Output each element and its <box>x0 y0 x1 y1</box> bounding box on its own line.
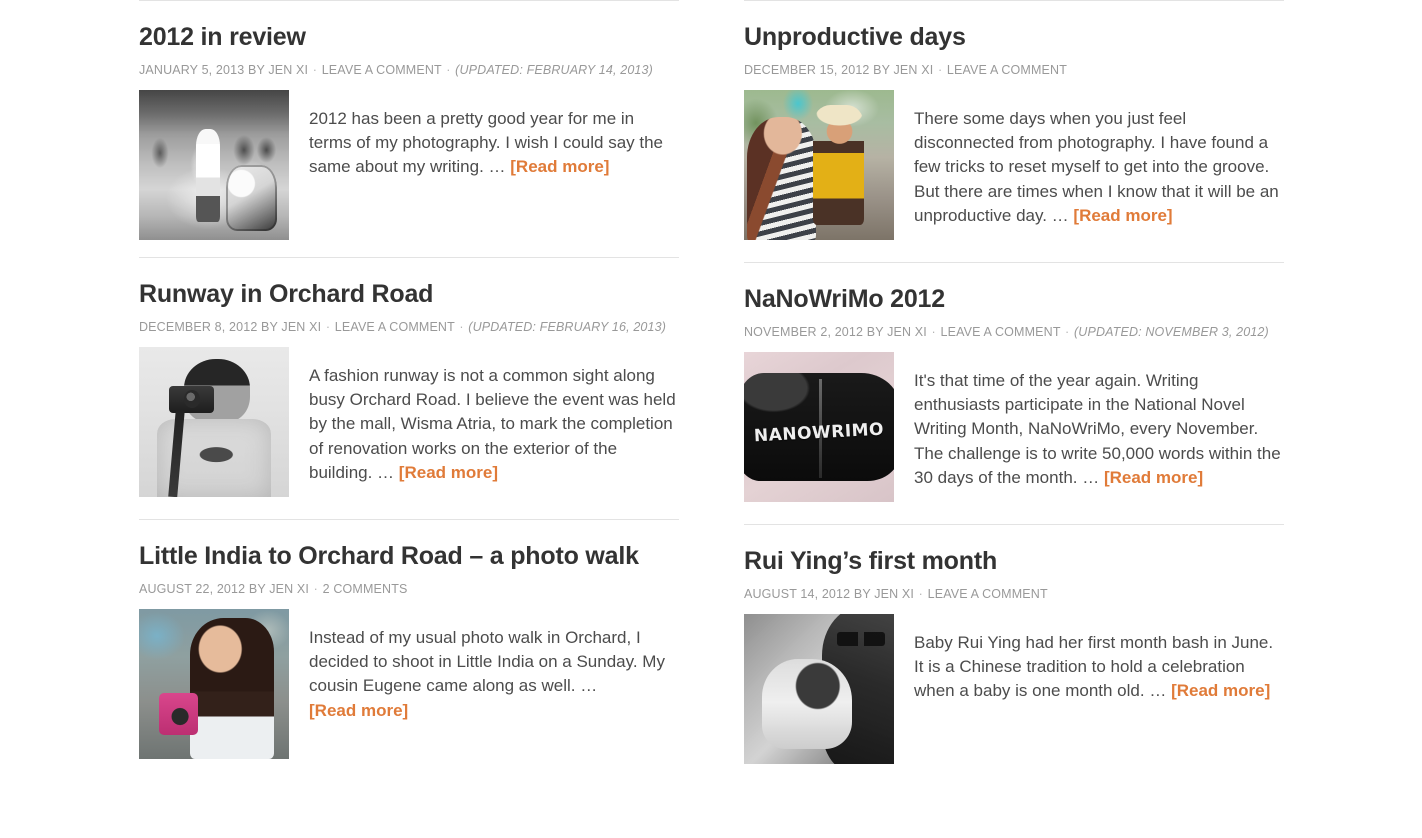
post-updated: (UPDATED: FEBRUARY 14, 2013) <box>455 63 653 77</box>
post-title-link[interactable]: 2012 in review <box>139 22 679 52</box>
post-body: There some days when you just feel disco… <box>744 90 1284 245</box>
post-excerpt: Baby Rui Ying had her first month bash i… <box>914 631 1284 704</box>
blog-archive-page: 2012 in review JANUARY 5, 2013 BY JEN XI… <box>0 0 1422 838</box>
post-thumbnail[interactable] <box>139 90 289 240</box>
posts-column-left: 2012 in review JANUARY 5, 2013 BY JEN XI… <box>139 0 679 781</box>
thumbnail-image <box>744 614 894 765</box>
meta-separator: · <box>918 587 923 602</box>
post-body: 2012 has been a pretty good year for me … <box>139 90 679 240</box>
posts-grid: 2012 in review JANUARY 5, 2013 BY JEN XI… <box>139 0 1284 781</box>
post-updated: (UPDATED: NOVEMBER 3, 2012) <box>1073 325 1269 340</box>
post-date: AUGUST 14, 2012 <box>744 587 851 602</box>
camera-strap-icon <box>168 409 185 497</box>
meta-separator: · <box>459 320 464 334</box>
thumbnail-image <box>139 609 289 760</box>
post-comments-link[interactable]: LEAVE A COMMENT <box>941 325 1061 339</box>
thumbnail-image <box>744 90 894 240</box>
post-entry: NaNoWriMo 2012 NOVEMBER 2, 2012 BY JEN X… <box>744 262 1284 524</box>
thumbnail-image <box>139 347 289 497</box>
post-meta: DECEMBER 8, 2012 BY JEN XI · LEAVE A COM… <box>139 319 679 335</box>
post-date: DECEMBER 8, 2012 <box>139 320 258 334</box>
post-entry: Runway in Orchard Road DECEMBER 8, 2012 … <box>139 257 679 519</box>
post-comments-link[interactable]: LEAVE A COMMENT <box>947 63 1067 77</box>
post-thumbnail[interactable]: NANOWRIMO <box>744 352 894 503</box>
meta-separator: · <box>1065 325 1070 340</box>
post-title-link[interactable]: Runway in Orchard Road <box>139 279 679 309</box>
post-thumbnail[interactable] <box>744 614 894 765</box>
meta-separator: · <box>931 325 936 340</box>
post-meta: DECEMBER 15, 2012 BY JEN XI · LEAVE A CO… <box>744 62 1284 78</box>
post-body: Instead of my usual photo walk in Orchar… <box>139 609 679 760</box>
post-meta: AUGUST 22, 2012 BY JEN XI · 2 COMMENTS <box>139 581 679 597</box>
post-title-link[interactable]: Unproductive days <box>744 22 1284 52</box>
post-thumbnail[interactable] <box>139 347 289 497</box>
read-more-link[interactable]: [Read more] <box>309 701 408 720</box>
meta-separator: · <box>312 63 318 77</box>
hoodie-print-text: NANOWRIMO <box>753 419 885 446</box>
post-date: AUGUST 22, 2012 <box>139 582 246 597</box>
post-comments-link[interactable]: 2 COMMENTS <box>323 582 408 596</box>
post-excerpt-text: 2012 has been a pretty good year for me … <box>309 109 664 177</box>
post-date: NOVEMBER 2, 2012 <box>744 325 864 340</box>
post-excerpt-text: It's that time of the year again. Writin… <box>914 371 1281 487</box>
post-body: A fashion runway is not a common sight a… <box>139 347 679 502</box>
post-excerpt-text: Instead of my usual photo walk in Orchar… <box>309 628 665 696</box>
post-author: BY JEN XI <box>247 63 309 77</box>
thumbnail-image: NANOWRIMO <box>744 352 894 503</box>
post-author: BY JEN XI <box>248 582 310 597</box>
meta-separator: · <box>937 63 943 77</box>
content-wrapper: 2012 in review JANUARY 5, 2013 BY JEN XI… <box>139 0 1284 781</box>
meta-separator: · <box>446 63 451 77</box>
post-author: BY JEN XI <box>873 63 934 77</box>
post-title-link[interactable]: Little India to Orchard Road – a photo w… <box>139 541 679 571</box>
post-thumbnail[interactable] <box>744 90 894 240</box>
thumbnail-image <box>139 90 289 240</box>
post-title-link[interactable]: NaNoWriMo 2012 <box>744 284 1284 314</box>
read-more-link[interactable]: [Read more] <box>399 463 498 482</box>
meta-separator: · <box>313 582 318 597</box>
post-meta: JANUARY 5, 2013 BY JEN XI · LEAVE A COMM… <box>139 62 679 78</box>
post-title-link[interactable]: Rui Ying’s first month <box>744 546 1284 576</box>
glasses-icon <box>837 632 885 646</box>
post-excerpt: 2012 has been a pretty good year for me … <box>309 107 679 180</box>
post-comments-link[interactable]: LEAVE A COMMENT <box>928 587 1048 601</box>
post-entry: Unproductive days DECEMBER 15, 2012 BY J… <box>744 0 1284 262</box>
post-meta: AUGUST 14, 2012 BY JEN XI · LEAVE A COMM… <box>744 586 1284 602</box>
post-excerpt: A fashion runway is not a common sight a… <box>309 364 679 485</box>
meta-separator: · <box>325 320 331 334</box>
post-entry: 2012 in review JANUARY 5, 2013 BY JEN XI… <box>139 0 679 257</box>
post-author: BY JEN XI <box>853 587 915 602</box>
post-body: Baby Rui Ying had her first month bash i… <box>744 614 1284 765</box>
post-author: BY JEN XI <box>866 325 927 340</box>
posts-column-right: Unproductive days DECEMBER 15, 2012 BY J… <box>744 0 1284 781</box>
post-excerpt: Instead of my usual photo walk in Orchar… <box>309 626 679 723</box>
read-more-link[interactable]: [Read more] <box>1073 206 1172 225</box>
post-entry: Little India to Orchard Road – a photo w… <box>139 519 679 776</box>
post-comments-link[interactable]: LEAVE A COMMENT <box>335 320 455 334</box>
read-more-link[interactable]: [Read more] <box>510 157 609 176</box>
post-entry: Rui Ying’s first month AUGUST 14, 2012 B… <box>744 524 1284 781</box>
post-date: DECEMBER 15, 2012 <box>744 63 870 77</box>
read-more-link[interactable]: [Read more] <box>1171 681 1270 700</box>
post-thumbnail[interactable] <box>139 609 289 760</box>
post-excerpt: There some days when you just feel disco… <box>914 107 1284 228</box>
post-comments-link[interactable]: LEAVE A COMMENT <box>322 63 442 77</box>
post-date: JANUARY 5, 2013 <box>139 63 245 77</box>
read-more-link[interactable]: [Read more] <box>1104 468 1203 487</box>
post-author: BY JEN XI <box>261 320 322 334</box>
post-body: NANOWRIMO It's that time of the year aga… <box>744 352 1284 507</box>
post-meta: NOVEMBER 2, 2012 BY JEN XI · LEAVE A COM… <box>744 324 1284 340</box>
post-updated: (UPDATED: FEBRUARY 16, 2013) <box>468 320 667 334</box>
post-excerpt: It's that time of the year again. Writin… <box>914 369 1284 490</box>
